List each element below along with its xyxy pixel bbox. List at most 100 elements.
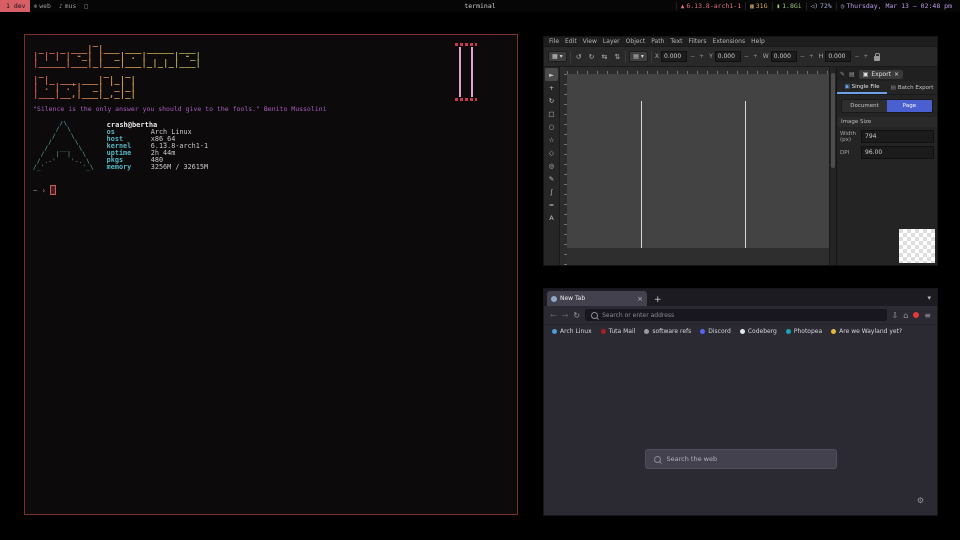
tool-button[interactable]: A [545,211,558,224]
export-tab-label: Export [871,71,891,78]
rotate-cw-button[interactable]: ↻ [587,52,597,62]
tool-icon: ∫ [550,188,553,196]
bookmarks-bar: Arch Linux Tuta Mail software refs Disco… [544,324,937,337]
active-tab[interactable]: New Tab × [547,291,647,306]
drawn-line[interactable] [745,101,746,248]
shell-prompt[interactable]: ~ › [33,185,509,195]
field-input[interactable]: 0.000 [661,51,687,62]
menu-item[interactable]: View [583,38,597,45]
field-input[interactable]: 0.000 [771,51,797,62]
increment-button[interactable]: + [752,53,759,60]
decrement-button[interactable]: − [689,53,696,60]
status-text: 6.13.8-arch1-1 [686,2,741,10]
tab-single-file[interactable]: ▣ Single File [837,81,887,94]
workspace-tag[interactable]: 1 dev [0,0,30,12]
menu-icon[interactable]: ≡ [924,311,931,320]
decrement-button[interactable]: − [853,53,860,60]
canvas-scrollbar[interactable] [829,67,836,265]
bookmark-item[interactable]: software refs [644,328,691,335]
list-all-tabs-icon[interactable]: ▾ [927,294,931,302]
scope-page-button[interactable]: Page [887,100,932,112]
menu-item[interactable]: Edit [565,38,577,45]
canvas-page[interactable] [567,74,829,248]
extension-recording-icon[interactable] [913,312,919,318]
scope-document-button[interactable]: Document [842,100,887,112]
bookmark-item[interactable]: Arch Linux [552,328,592,335]
menu-item[interactable]: File [549,38,559,45]
horizontal-ruler[interactable] [567,67,829,74]
menu-item[interactable]: Layer [603,38,620,45]
bookmark-item[interactable]: Discord [700,328,731,335]
tool-button[interactable]: ○ [545,120,558,133]
forward-button[interactable]: → [562,311,569,320]
reload-button[interactable]: ↻ [573,311,580,320]
bookmark-item[interactable]: Codeberg [740,328,777,335]
menu-item[interactable]: Extensions [713,38,746,45]
decrement-button[interactable]: − [799,53,806,60]
bookmark-item[interactable]: Are we Wayland yet? [831,328,902,335]
layers-dock-icon[interactable]: ▤ [849,71,855,78]
workspace-tag[interactable]: □ [80,0,94,12]
terminal-window[interactable]: _ _ _ _ ___| |___ ___ _____ ___ | | | | … [24,34,518,515]
export-scope-segment: Document Page [841,99,933,113]
tab-batch-export[interactable]: ▤ Batch Export [887,81,937,94]
inkscape-canvas[interactable] [560,67,829,265]
tool-button[interactable]: ► [545,68,558,81]
downloads-icon[interactable]: ⇩ [892,311,899,320]
menu-item[interactable]: Help [751,38,765,45]
tool-button[interactable]: ≈ [545,198,558,211]
dpi-input[interactable]: 96.00 [861,146,934,159]
flip-vertical-button[interactable]: ⇅ [612,52,622,62]
home-icon[interactable]: ⌂ [903,311,908,320]
workspace-tag[interactable]: ♪ mus [55,0,80,12]
inkscape-window[interactable]: File Edit View Layer Object Path Text Fi… [543,36,938,266]
tool-button[interactable]: ◇ [545,146,558,159]
width-input[interactable]: 794 [861,130,934,143]
raise-lower-dropdown[interactable]: ▤ ▾ [629,51,648,62]
browser-window[interactable]: New Tab × + ▾ ← → ↻ Search or enter addr… [543,288,938,516]
flip-horizontal-button[interactable]: ⇆ [599,52,609,62]
workspace-tag[interactable]: ⊕ web [30,0,55,12]
tool-button[interactable]: + [545,81,558,94]
dpi-label: DPI [840,150,858,156]
export-dock-tab[interactable]: ▣ Export × [859,70,903,79]
menu-item[interactable]: Path [651,38,664,45]
selection-mode-dropdown[interactable]: ▦ ▾ [548,51,567,62]
drawn-line[interactable] [641,101,642,248]
dpi-row: DPI 96.00 [837,143,937,159]
tool-button[interactable]: ∫ [545,185,558,198]
vertical-ruler[interactable] [560,74,567,265]
decrement-button[interactable]: − [743,53,750,60]
tool-button[interactable]: ◎ [545,159,558,172]
address-bar[interactable]: Search or enter address [585,309,886,321]
increment-button[interactable]: + [862,53,869,60]
pencil-dock-icon[interactable]: ✎ [840,71,845,78]
rotate-ccw-button[interactable]: ↺ [574,52,584,62]
personalize-gear-icon[interactable]: ⚙ [917,496,924,505]
field-input[interactable]: 0.000 [825,51,851,62]
workspace-icon: ⊕ [34,3,38,10]
bookmark-item[interactable]: Tuta Mail [601,328,636,335]
increment-button[interactable]: + [808,53,815,60]
tool-button[interactable]: □ [545,107,558,120]
tool-button[interactable]: ✎ [545,172,558,185]
lock-ratio-icon[interactable] [874,56,880,61]
close-tab-icon[interactable]: × [637,295,643,303]
web-search-input[interactable]: Search the web [645,449,837,469]
increment-button[interactable]: + [698,53,705,60]
close-icon[interactable]: × [894,71,899,78]
bookmark-item[interactable]: Photopea [786,328,822,335]
tool-button[interactable]: ☆ [545,133,558,146]
layers-icon: ▤ [633,53,639,60]
tool-button[interactable]: ↻ [545,94,558,107]
menu-item[interactable]: Object [626,38,646,45]
browser-navbar: ← → ↻ Search or enter address ⇩ ⌂ ≡ [544,306,937,324]
status-text: 31G [756,2,768,10]
field-input[interactable]: 0.000 [715,51,741,62]
menu-item[interactable]: Filters [689,38,707,45]
new-tab-button[interactable]: + [654,295,662,305]
menu-item[interactable]: Text [670,38,682,45]
new-tab-page: Search the web ⚙ [544,337,937,515]
tool-icon: A [549,214,553,222]
back-button[interactable]: ← [550,311,557,320]
